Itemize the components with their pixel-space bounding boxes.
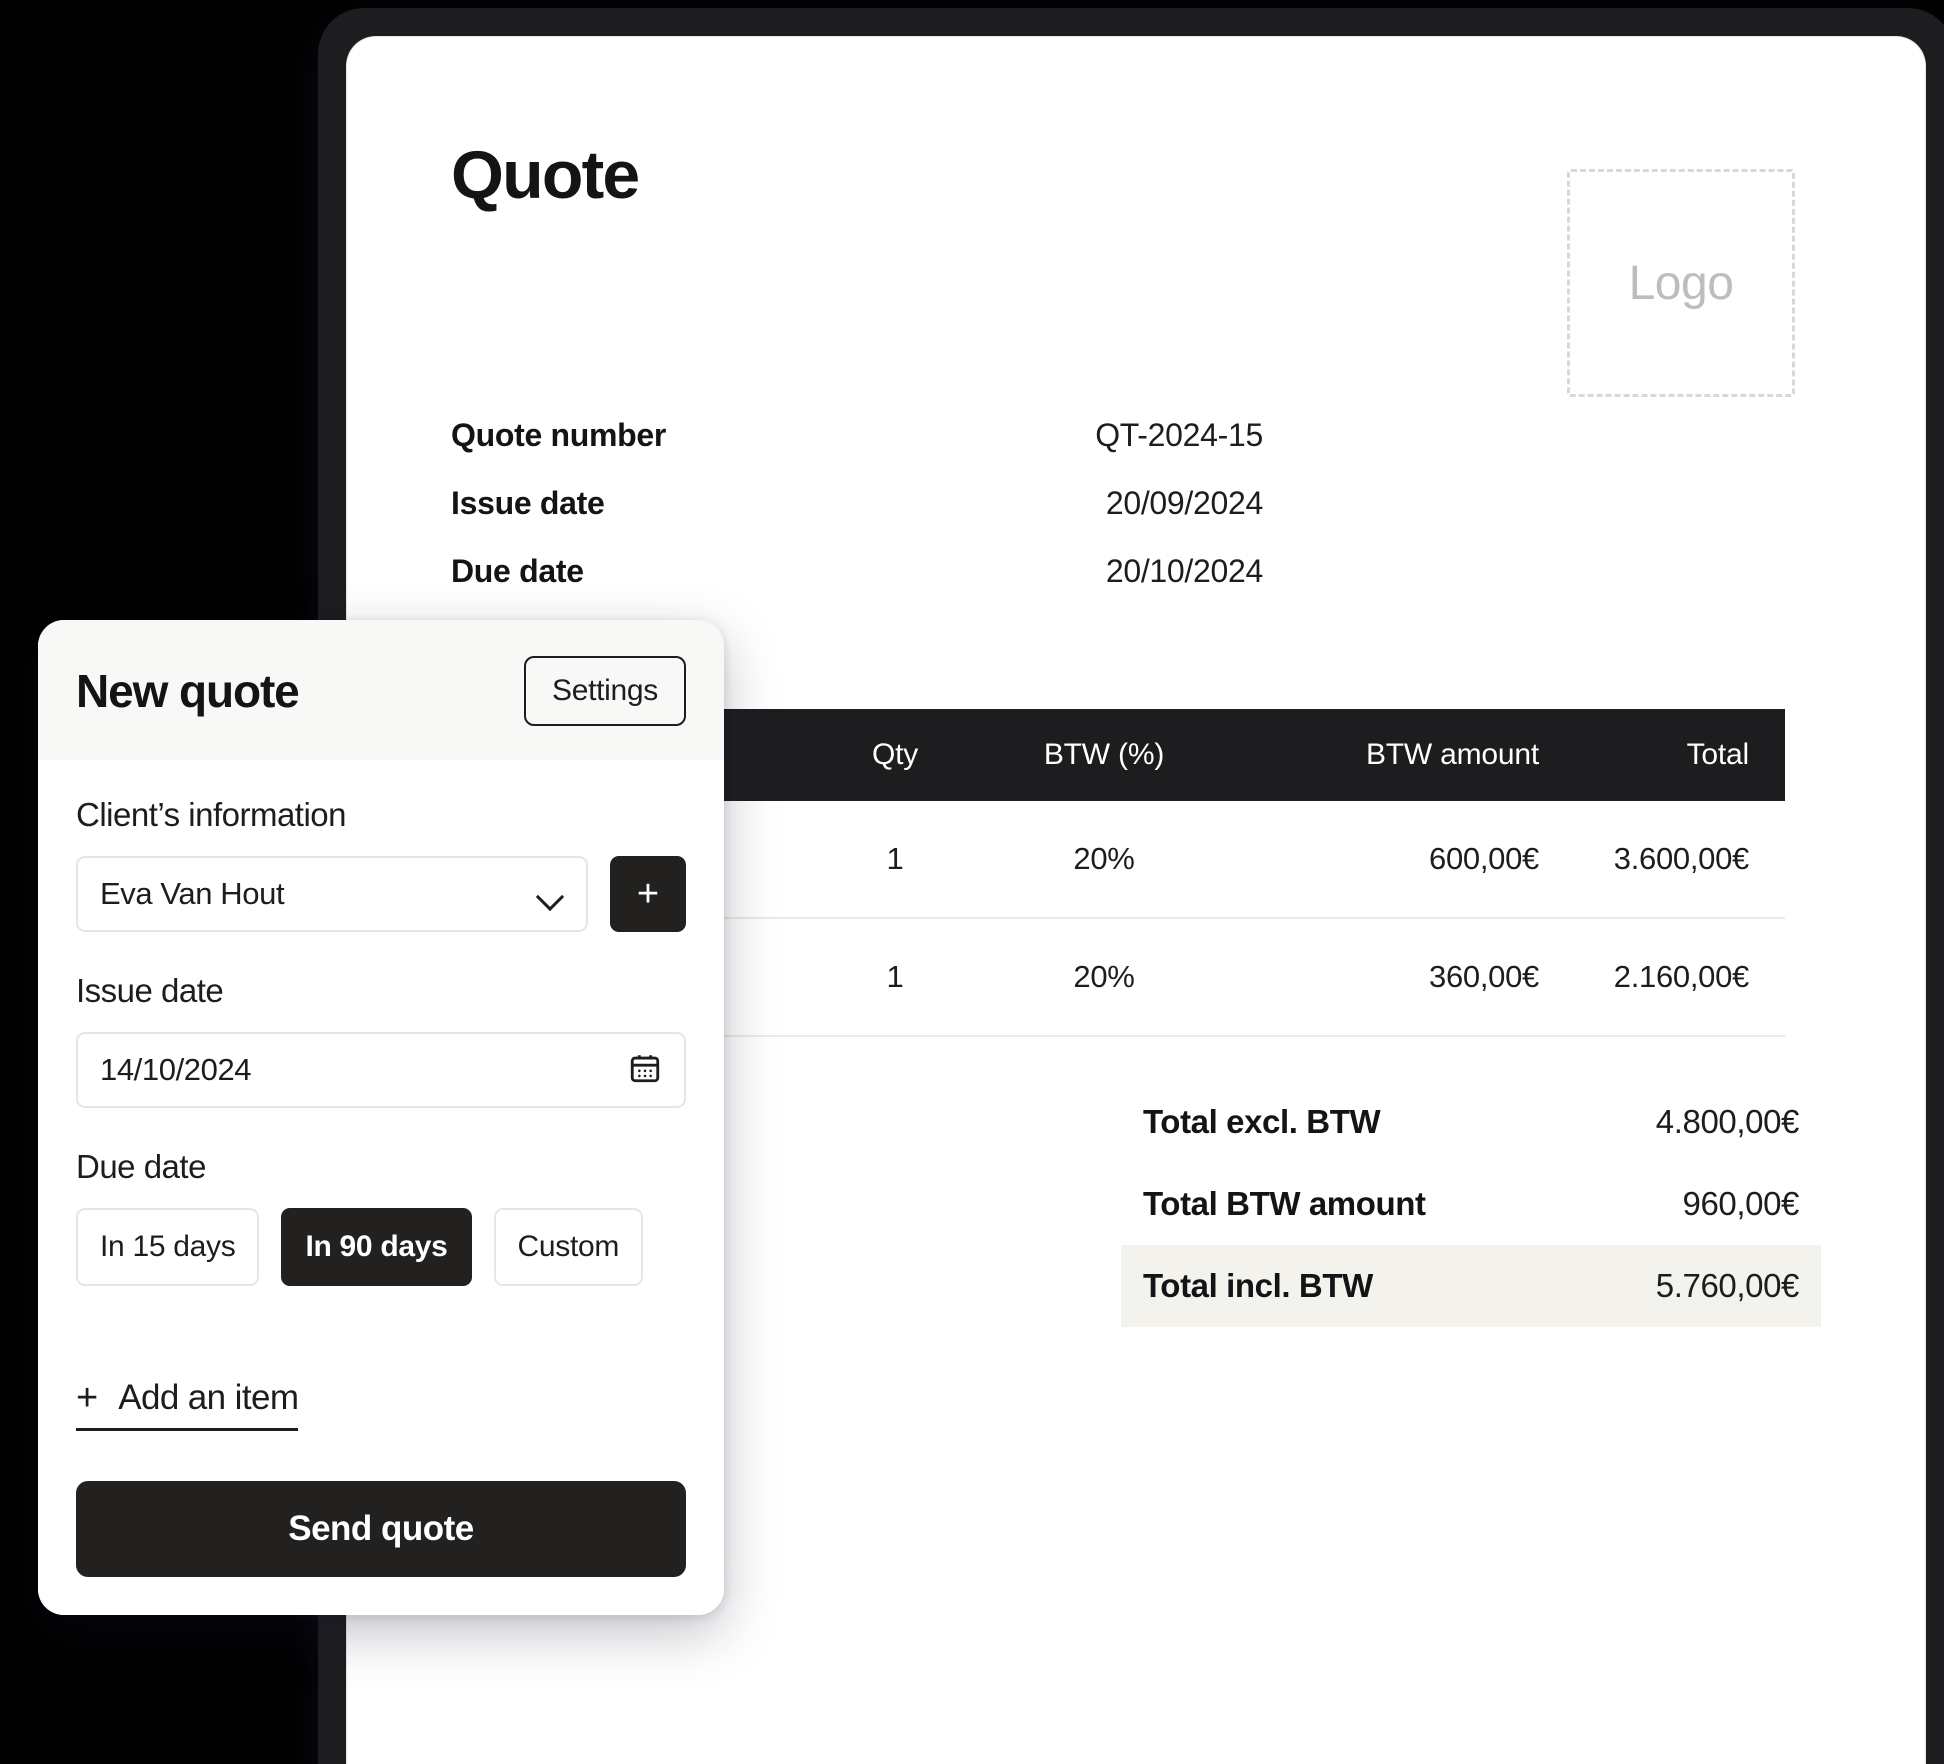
client-select-value: Eva Van Hout (100, 876, 285, 911)
total-row-excl-btw: Total excl. BTW 4.800,00€ (1121, 1081, 1821, 1163)
document-meta: Quote number QT-2024-15 Issue date 20/09… (451, 417, 1381, 621)
plus-icon: + (76, 1377, 99, 1419)
issue-date-value: 14/10/2024 (100, 1052, 252, 1087)
meta-row-issue-date: Issue date 20/09/2024 (451, 485, 1381, 553)
meta-label: Due date (451, 553, 584, 589)
total-label: Total BTW amount (1143, 1185, 1426, 1222)
total-row-btw-amount: Total BTW amount 960,00€ (1121, 1163, 1821, 1245)
meta-row-quote-number: Quote number QT-2024-15 (451, 417, 1381, 485)
due-date-options: In 15 days In 90 days Custom (76, 1208, 686, 1286)
issue-date-section: Issue date 14/10/2024 (76, 972, 686, 1108)
new-quote-panel: New quote Settings Client’s information … (38, 620, 724, 1615)
totals-section: Total excl. BTW 4.800,00€ Total BTW amou… (1121, 1081, 1821, 1327)
meta-row-due-date: Due date 20/10/2024 (451, 553, 1381, 621)
cell-total: 3.600,00€ (1613, 841, 1750, 876)
panel-body: Client’s information Eva Van Hout + Issu… (38, 760, 724, 1615)
total-row-incl-btw: Total incl. BTW 5.760,00€ (1121, 1245, 1821, 1327)
due-date-option-custom[interactable]: Custom (493, 1208, 644, 1286)
due-date-option-90-days[interactable]: In 90 days (281, 1208, 472, 1286)
meta-value: 20/09/2024 (1105, 485, 1263, 521)
total-value: 4.800,00€ (1655, 1103, 1800, 1140)
cell-qty: 1 (886, 841, 904, 876)
due-date-label: Due date (76, 1148, 206, 1185)
total-label: Total incl. BTW (1143, 1267, 1373, 1304)
client-row: Eva Van Hout + (76, 856, 686, 932)
panel-header: New quote Settings (38, 620, 724, 760)
issue-date-label: Issue date (76, 972, 224, 1009)
add-client-button[interactable]: + (610, 856, 686, 932)
send-quote-button[interactable]: Send quote (76, 1481, 686, 1577)
cell-btw-amount: 600,00€ (1429, 841, 1539, 876)
total-value: 5.760,00€ (1655, 1267, 1800, 1304)
issue-date-input[interactable]: 14/10/2024 (76, 1032, 686, 1108)
panel-title: New quote (76, 665, 300, 717)
settings-button[interactable]: Settings (524, 656, 686, 726)
chevron-down-icon (538, 887, 564, 902)
cell-qty: 1 (886, 959, 904, 994)
logo-placeholder[interactable]: Logo (1567, 169, 1795, 397)
column-header-btw-percent: BTW (%) (1043, 738, 1165, 771)
cell-btw-percent: 20% (1073, 959, 1135, 994)
due-date-option-15-days[interactable]: In 15 days (76, 1208, 260, 1286)
total-value: 960,00€ (1682, 1185, 1800, 1222)
cell-btw-percent: 20% (1073, 841, 1135, 876)
column-header-btw-amount: BTW amount (1365, 738, 1539, 771)
client-select[interactable]: Eva Van Hout (76, 856, 588, 932)
meta-label: Issue date (451, 485, 605, 521)
due-date-section: Due date In 15 days In 90 days Custom (76, 1148, 686, 1286)
cell-btw-amount: 360,00€ (1429, 959, 1539, 994)
column-header-qty: Qty (871, 738, 919, 771)
meta-value: QT-2024-15 (1095, 417, 1263, 453)
add-item-button[interactable]: + Add an item (76, 1377, 299, 1431)
calendar-icon[interactable] (628, 1051, 662, 1090)
add-item-label: Add an item (118, 1378, 299, 1417)
client-information-label: Client’s information (76, 796, 347, 833)
column-header-total: Total (1686, 738, 1750, 771)
total-label: Total excl. BTW (1143, 1103, 1381, 1140)
meta-label: Quote number (451, 417, 667, 453)
cell-total: 2.160,00€ (1613, 959, 1750, 994)
meta-value: 20/10/2024 (1105, 553, 1263, 589)
logo-placeholder-label: Logo (1628, 256, 1734, 310)
